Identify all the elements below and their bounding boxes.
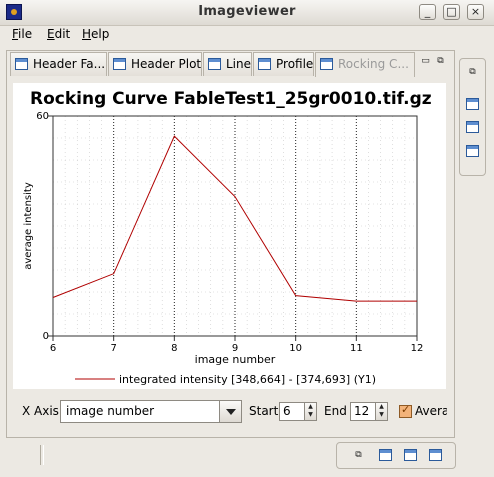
legend-label: integrated intensity [348,664] - [374,69… (119, 373, 376, 386)
window-icon[interactable] (466, 98, 479, 110)
start-value: 6 (283, 404, 291, 418)
x-tick-label: 11 (350, 343, 363, 354)
x-tick-label: 10 (289, 343, 302, 354)
x-tick-label: 6 (50, 343, 56, 354)
start-label: Start (249, 404, 279, 418)
average-label: Avera (415, 404, 447, 418)
x-axis-ticks: 6 7 8 9 10 11 12 (50, 336, 424, 354)
end-label: End (324, 404, 347, 418)
y-axis-label: average intensity (23, 182, 34, 270)
window-icon[interactable] (429, 449, 442, 461)
start-spinner[interactable]: 6 ▲ ▼ (279, 402, 317, 421)
xaxis-select-value: image number (66, 404, 155, 418)
spinner-arrows-icon[interactable]: ▲ ▼ (304, 403, 316, 420)
window-icon[interactable] (404, 449, 417, 461)
chevron-down-icon[interactable] (219, 401, 241, 422)
x-tick-label: 12 (411, 343, 424, 354)
y-tick-label: 0 (43, 331, 49, 342)
xaxis-select[interactable]: image number (60, 400, 242, 423)
restore-view-icon[interactable]: ⧉ (353, 451, 364, 460)
x-tick-label: 7 (110, 343, 116, 354)
status-separator (40, 445, 44, 465)
spinner-arrows-icon[interactable]: ▲ ▼ (375, 403, 387, 420)
y-tick-label: 60 (36, 111, 49, 122)
window-icon[interactable] (466, 145, 479, 157)
x-axis-label: image number (195, 353, 276, 366)
xaxis-label: X Axis (22, 404, 59, 418)
restore-view-icon[interactable]: ⧉ (467, 68, 478, 77)
x-tick-label: 8 (171, 343, 177, 354)
average-checkbox[interactable] (399, 403, 412, 418)
end-value: 12 (354, 404, 370, 418)
window-icon[interactable] (466, 121, 479, 133)
y-axis-ticks: 0 60 (36, 111, 53, 342)
window-icon[interactable] (379, 449, 392, 461)
end-spinner[interactable]: 12 ▲ ▼ (350, 402, 388, 421)
